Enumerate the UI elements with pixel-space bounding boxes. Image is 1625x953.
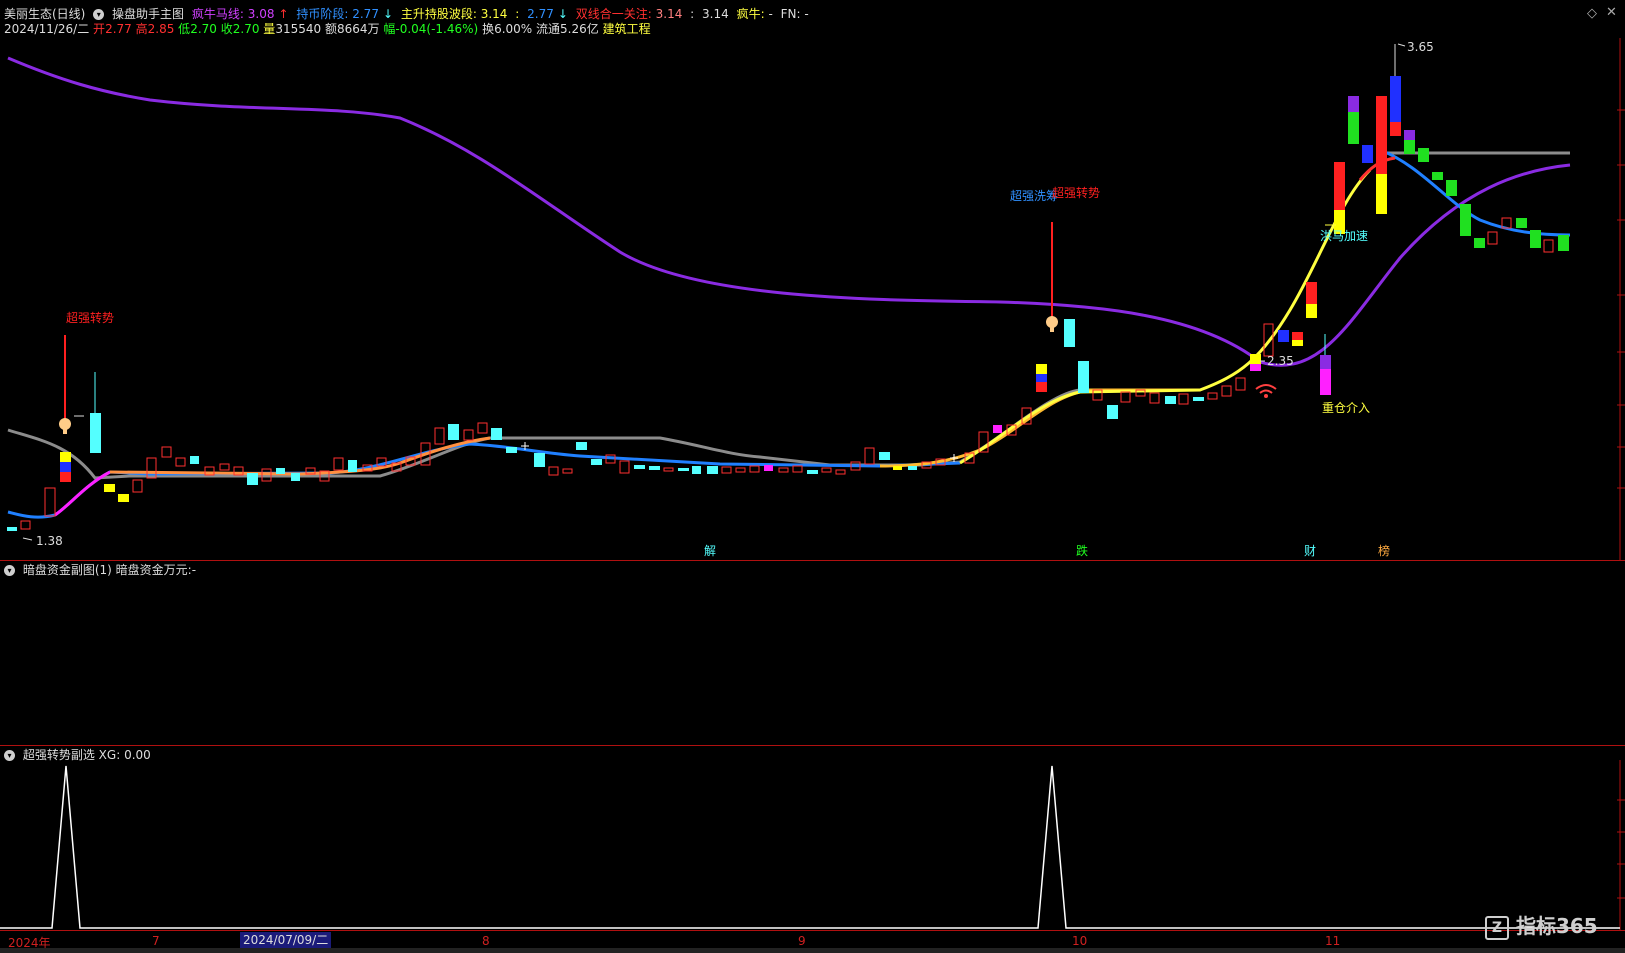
event-label-4[interactable]: 榜 [1378, 543, 1390, 558]
candlesticks [7, 44, 1569, 531]
diamond-icon[interactable]: ◇ [1587, 6, 1597, 21]
volume-value: 315540 [275, 22, 322, 36]
event-label-3[interactable]: 财 [1304, 544, 1316, 558]
axis-month-11: 11 [1325, 934, 1341, 948]
xg-line [0, 765, 1620, 929]
low-label: 低 [178, 22, 191, 36]
selected-date: 2024/07/09/二 [240, 932, 332, 948]
float-value: 5.26亿 [560, 22, 599, 36]
indicator-name[interactable]: 操盘助手主图 [112, 7, 184, 21]
close-value: 2.70 [232, 22, 260, 36]
event-label-1[interactable]: 解 [704, 544, 716, 558]
ind4-value2: 3.14 [702, 7, 729, 21]
ind4-value1: 3.14 [655, 7, 683, 21]
low-value: 2.70 [190, 22, 217, 36]
ind4-label: 双线合一关注: [575, 7, 652, 21]
hand-pointer-icon [1046, 316, 1058, 332]
signal-label-3: 超强转势 [1052, 185, 1100, 200]
up-arrow-icon: ↑ [278, 7, 289, 21]
volume-label: 量 [263, 22, 276, 36]
ind3-value1: 3.14 [480, 7, 508, 21]
fn-label: FN: [780, 7, 801, 21]
main-chart[interactable]: 3.65 1.38 2.35 超强转势 超强洗筹 超强转势 洪马加速 重仓介入 … [0, 38, 1625, 560]
open-label: 开 [93, 22, 106, 36]
change-value: -0.04(-1.46%) [395, 22, 479, 36]
high-label: 高 [135, 22, 148, 36]
blue-line [7, 442, 961, 519]
ind3-label: 主升持股波段: [400, 7, 477, 21]
amount-label: 额 [324, 22, 337, 36]
ind5-label: 疯牛: [736, 7, 765, 21]
sub1-value: - [191, 563, 197, 577]
amount-value: 8664万 [336, 22, 380, 36]
down-arrow-icon: ↓ [382, 7, 394, 21]
sector[interactable]: 建筑工程 [603, 22, 651, 36]
axis-month-9: 9 [798, 934, 806, 948]
ind2-label: 持币阶段: [296, 7, 349, 21]
ind1-label: 疯牛马线: [191, 7, 244, 21]
brand-text: 指标365 [1515, 914, 1598, 938]
ind1-value: 3.08 [247, 7, 275, 21]
pane-separator[interactable] [0, 745, 1625, 746]
mid-price-mark: 2.35 [1267, 354, 1294, 368]
bottom-tab-strip[interactable] [0, 948, 1625, 953]
ind2-value: 2.77 [352, 7, 379, 21]
close-icon[interactable]: ✕ [1606, 5, 1617, 20]
sub1-label: 暗盘资金万元: [115, 563, 192, 577]
brand-logo: Z 指标365 [1485, 910, 1598, 940]
change-label: 幅 [383, 22, 396, 36]
main-indicator-bar: 美丽生态(日线) ▾ 操盘助手主图 疯牛马线: 3.08 ↑ 持币阶段: 2.77… [4, 7, 809, 21]
axis-month-10: 10 [1072, 934, 1088, 948]
low-price-mark: 1.38 [36, 534, 63, 548]
signal-label-5: 重仓介入 [1322, 401, 1370, 415]
blue-line-right [1379, 148, 1571, 237]
turnover-label: 换 [482, 22, 495, 36]
signal-label-4: 洪马加速 [1320, 229, 1368, 243]
close-label: 收 [220, 22, 233, 36]
fn-value: - [804, 7, 809, 21]
sub1-title[interactable]: 暗盘资金副图(1) [23, 563, 112, 577]
axis-month-7: 7 [152, 934, 160, 948]
high-price-mark: 3.65 [1407, 40, 1434, 54]
event-label-2[interactable]: 跌 [1076, 543, 1088, 558]
sub1-header: ▾ 暗盘资金副图(1) 暗盘资金万元:- [4, 562, 196, 578]
down-arrow-icon: ↓ [557, 7, 568, 21]
high-value: 2.85 [147, 22, 175, 36]
chevron-down-icon[interactable]: ▾ [4, 565, 15, 576]
chevron-down-icon[interactable]: ▾ [93, 9, 105, 20]
signal-label-1: 超强转势 [66, 310, 114, 325]
open-value: 2.77 [105, 22, 132, 36]
ind5-value: - [768, 7, 773, 21]
signal-label-2: 超强洗筹 [1010, 188, 1058, 203]
hand-pointer-icon [59, 415, 84, 434]
quote-date: 2024/11/26/二 [4, 22, 90, 36]
quote-bar: 2024/11/26/二 开2.77 高2.85 低2.70 收2.70 量31… [4, 21, 651, 37]
turnover-value: 6.00% [494, 22, 533, 36]
sub2-chart[interactable] [0, 760, 1625, 930]
float-label: 流通 [536, 22, 561, 36]
ind3-value2: 2.77 [527, 7, 554, 21]
stock-name[interactable]: 美丽生态(日线) [4, 7, 85, 21]
axis-month-8: 8 [482, 934, 490, 948]
signal-icon [1255, 384, 1277, 398]
brand-icon: Z [1485, 915, 1509, 940]
pane-separator[interactable] [0, 560, 1625, 561]
gray-line [7, 388, 1200, 480]
